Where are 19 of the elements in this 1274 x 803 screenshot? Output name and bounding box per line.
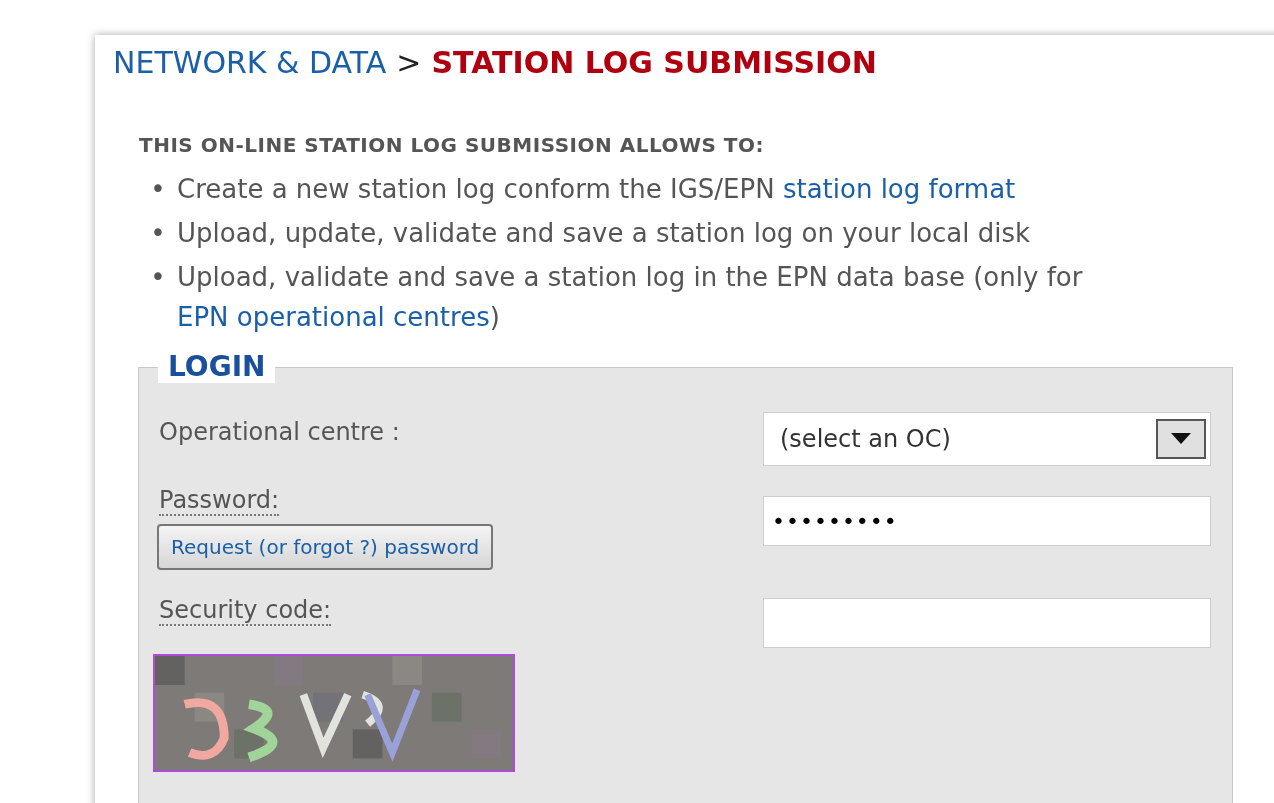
security-code-field[interactable] bbox=[763, 598, 1211, 648]
link[interactable]: EPN operational centres bbox=[177, 302, 490, 332]
bullet-text: Create a new station log conform the IGS/EPN station log format bbox=[177, 173, 1016, 206]
breadcrumb-separator: > bbox=[396, 44, 422, 82]
bullet: • bbox=[149, 173, 167, 206]
field-label: Security code: bbox=[159, 596, 332, 626]
password-field[interactable]: ••••••••• bbox=[763, 496, 1211, 546]
request-password-button[interactable]: Request (or forgot ?) password bbox=[157, 524, 494, 570]
breadcrumb-link[interactable]: NETWORK & DATA bbox=[113, 43, 387, 83]
field-label: Operational centre : bbox=[159, 417, 400, 448]
intro-heading: THIS ON-LINE STATION LOG SUBMISSION ALLOWS TO: bbox=[139, 132, 765, 159]
bullet-text: Upload, update, validate and save a station log on your local disk bbox=[177, 217, 1031, 250]
field-label: Password: bbox=[159, 486, 280, 516]
bullet: • bbox=[149, 217, 167, 250]
bullet-text: Upload, validate and save a station log in the EPN data base (only for EPN operational centres) bbox=[177, 261, 1084, 334]
page-title: STATION LOG SUBMISSION bbox=[431, 44, 877, 82]
link[interactable]: station log format bbox=[782, 174, 1016, 204]
operational-centre-dropdown[interactable]: (select an OC) bbox=[763, 412, 1211, 466]
bullet: • bbox=[149, 261, 167, 294]
